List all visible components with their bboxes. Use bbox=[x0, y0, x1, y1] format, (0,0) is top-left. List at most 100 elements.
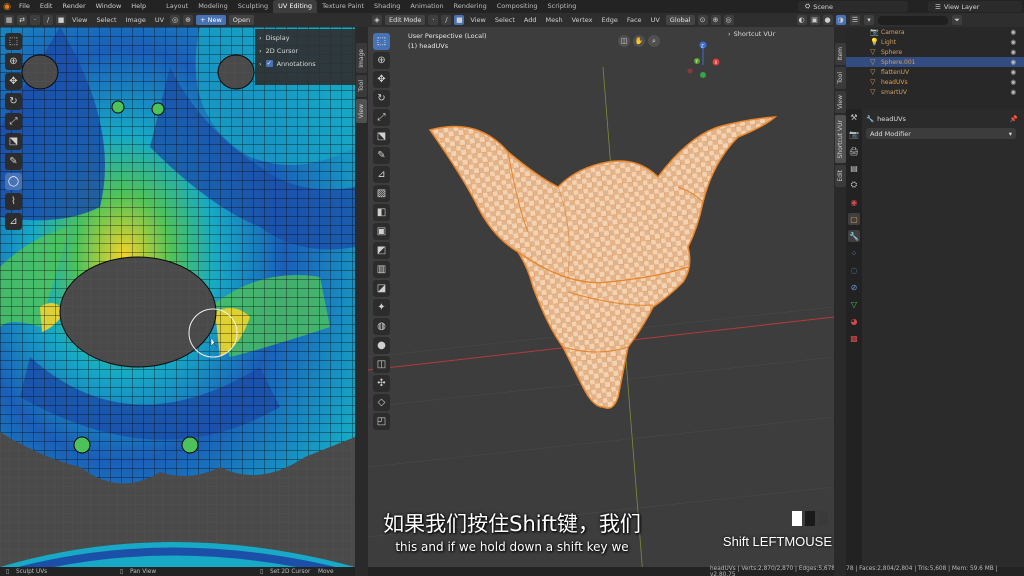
poly-build-icon[interactable]: ✦ bbox=[373, 299, 390, 316]
grab-brush-icon[interactable]: ◯ bbox=[5, 173, 22, 190]
move-icon[interactable]: ✥ bbox=[373, 71, 390, 88]
uv-menu-image[interactable]: Image bbox=[123, 16, 149, 24]
tab-animation[interactable]: Animation bbox=[405, 0, 448, 13]
add-modifier-dropdown[interactable]: Add Modifier ▾ bbox=[866, 128, 1016, 139]
outliner-item[interactable]: ▽ Sphere ◉ bbox=[846, 47, 1024, 57]
edge-select-icon[interactable]: / bbox=[43, 15, 53, 25]
output-icon[interactable]: 🖨 bbox=[848, 145, 860, 157]
eye-icon[interactable]: ◉ bbox=[1010, 28, 1016, 36]
transform-icon[interactable]: ⬔ bbox=[5, 133, 22, 150]
eye-icon[interactable]: ◉ bbox=[1010, 58, 1016, 66]
menu-render[interactable]: Render bbox=[57, 0, 90, 13]
shading-solid-icon[interactable]: ● bbox=[822, 15, 833, 25]
vp-menu-view[interactable]: View bbox=[467, 16, 488, 24]
display-mode-icon[interactable]: ▾ bbox=[864, 15, 874, 25]
vertex-select-icon[interactable]: · bbox=[30, 15, 40, 25]
open-image-button[interactable]: Open bbox=[228, 15, 255, 25]
physics-icon[interactable]: ◌ bbox=[848, 264, 860, 276]
tab-layout[interactable]: Layout bbox=[161, 0, 193, 13]
menu-edit[interactable]: Edit bbox=[35, 0, 58, 13]
rotate-icon[interactable]: ↻ bbox=[373, 90, 390, 107]
shortcut-panel-header[interactable]: › Shortcut VUr bbox=[728, 30, 775, 38]
editor-type-icon[interactable]: ☰ bbox=[850, 15, 860, 25]
tab-tool[interactable]: Tool bbox=[835, 67, 846, 89]
relax-brush-icon[interactable]: ⌇ bbox=[5, 193, 22, 210]
modifier-wrench-icon[interactable]: 🔧 bbox=[848, 230, 860, 242]
annotate-icon[interactable]: ✎ bbox=[373, 147, 390, 164]
pivot-icon[interactable]: ⊙ bbox=[697, 15, 708, 25]
pivot-icon[interactable]: ◎ bbox=[170, 15, 181, 25]
snap-icon[interactable]: ⊕ bbox=[183, 15, 194, 25]
rip-region-icon[interactable]: ◰ bbox=[373, 413, 390, 430]
tab-uv-editing[interactable]: UV Editing bbox=[273, 0, 318, 13]
view-layer-selector[interactable]: ☰ View Layer bbox=[928, 1, 1022, 12]
filter-icon[interactable]: ⏷ bbox=[952, 15, 962, 25]
shading-material-icon[interactable]: ◑ bbox=[835, 15, 846, 25]
vp-menu-add[interactable]: Add bbox=[521, 16, 540, 24]
tab-sculpting[interactable]: Sculpting bbox=[233, 0, 273, 13]
outliner-item[interactable]: 💡 Light ◉ bbox=[846, 37, 1024, 47]
new-image-button[interactable]: + New bbox=[196, 15, 226, 25]
vp-menu-mesh[interactable]: Mesh bbox=[542, 16, 565, 24]
uv-menu-select[interactable]: Select bbox=[93, 16, 119, 24]
rotate-icon[interactable]: ↻ bbox=[5, 93, 22, 110]
outliner-item[interactable]: ▽ headUVs ◉ bbox=[846, 77, 1024, 87]
camera-view-icon[interactable]: ◫ bbox=[618, 35, 630, 47]
blender-logo-icon[interactable]: ◉ bbox=[0, 0, 14, 13]
outliner-item[interactable]: ▽ Sphere.001 ◉ bbox=[846, 57, 1024, 67]
eye-icon[interactable]: ◉ bbox=[1010, 88, 1016, 96]
face-mode-icon[interactable]: ■ bbox=[454, 15, 465, 25]
menu-help[interactable]: Help bbox=[126, 0, 151, 13]
eye-icon[interactable]: ◉ bbox=[1010, 48, 1016, 56]
texture-icon[interactable]: ▩ bbox=[848, 332, 860, 344]
extrude-icon[interactable]: ◧ bbox=[373, 204, 390, 221]
shear-icon[interactable]: ◇ bbox=[373, 394, 390, 411]
scene-icon[interactable]: ⛭ bbox=[848, 179, 860, 191]
select-box-icon[interactable]: ⬚ bbox=[373, 33, 390, 50]
outliner-item[interactable]: ▽ smartUV ◉ bbox=[846, 87, 1024, 97]
annotations-panel[interactable]: › ✓ Annotations bbox=[259, 57, 351, 70]
vp-menu-vertex[interactable]: Vertex bbox=[569, 16, 596, 24]
face-select-icon[interactable]: ■ bbox=[56, 15, 66, 25]
tab-view[interactable]: View bbox=[356, 99, 367, 123]
move-icon[interactable]: ✥ bbox=[5, 73, 22, 90]
mode-selector[interactable]: Edit Mode bbox=[385, 15, 426, 25]
eye-icon[interactable]: ◉ bbox=[1010, 78, 1016, 86]
tab-rendering[interactable]: Rendering bbox=[449, 0, 492, 13]
snap-icon[interactable]: ⊕ bbox=[710, 15, 721, 25]
menu-window[interactable]: Window bbox=[91, 0, 127, 13]
tool-settings-icon[interactable]: ⚒ bbox=[848, 111, 860, 123]
world-icon[interactable]: ◉ bbox=[848, 196, 860, 208]
edge-slide-icon[interactable]: ◫ bbox=[373, 356, 390, 373]
zoom-icon[interactable]: ⌕ bbox=[648, 35, 660, 47]
bevel-icon[interactable]: ◩ bbox=[373, 242, 390, 259]
vp-menu-edge[interactable]: Edge bbox=[599, 16, 621, 24]
annotations-checkbox[interactable]: ✓ bbox=[265, 60, 273, 67]
object-icon[interactable]: ▢ bbox=[848, 213, 860, 225]
measure-icon[interactable]: ⊿ bbox=[373, 166, 390, 183]
smooth-icon[interactable]: ● bbox=[373, 337, 390, 354]
constraints-icon[interactable]: ⊘ bbox=[848, 281, 860, 293]
viewport-canvas[interactable]: Z X Y bbox=[368, 27, 834, 576]
pinch-brush-icon[interactable]: ⊿ bbox=[5, 213, 22, 230]
tab-item[interactable]: Item bbox=[835, 43, 846, 65]
spin-icon[interactable]: ◍ bbox=[373, 318, 390, 335]
tab-shading[interactable]: Shading bbox=[369, 0, 405, 13]
orientation-selector[interactable]: Global bbox=[665, 15, 695, 25]
vp-menu-face[interactable]: Face bbox=[624, 16, 645, 24]
loop-cut-icon[interactable]: ▥ bbox=[373, 261, 390, 278]
outliner-search-input[interactable] bbox=[878, 15, 948, 25]
knife-icon[interactable]: ◪ bbox=[373, 280, 390, 297]
tab-compositing[interactable]: Compositing bbox=[492, 0, 543, 13]
uv-menu-uv[interactable]: UV bbox=[152, 16, 167, 24]
edge-mode-icon[interactable]: / bbox=[441, 15, 452, 25]
outliner-item[interactable]: ▽ flattenUV ◉ bbox=[846, 67, 1024, 77]
scale-icon[interactable]: ⤢ bbox=[373, 109, 390, 126]
editor-type-icon[interactable]: ▦ bbox=[4, 15, 14, 25]
cursor-panel[interactable]: › 2D Cursor bbox=[259, 44, 351, 57]
pin-icon[interactable]: 📌 bbox=[1010, 115, 1018, 123]
scene-selector[interactable]: ⛭ Scene bbox=[798, 1, 908, 12]
scale-icon[interactable]: ⤢ bbox=[5, 113, 22, 130]
view-layer-icon[interactable]: ▤ bbox=[848, 162, 860, 174]
vp-menu-select[interactable]: Select bbox=[492, 16, 518, 24]
